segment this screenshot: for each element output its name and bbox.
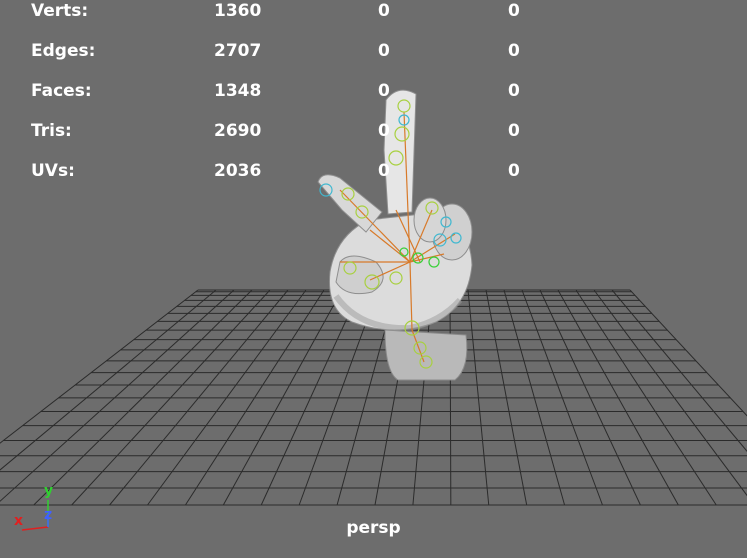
camera-label: persp (346, 518, 401, 538)
stat-label: UVs: (31, 161, 75, 181)
stat-value: 2036 (214, 161, 262, 181)
stat-value: 0 (378, 1, 390, 21)
stat-value: 2707 (214, 41, 262, 61)
stat-row: UVs: 2036 0 0 (0, 160, 747, 182)
stat-label: Faces: (31, 81, 92, 101)
stat-row: Tris: 2690 0 0 (0, 120, 747, 142)
stat-value: 0 (508, 161, 520, 181)
stat-value: 1348 (214, 81, 262, 101)
stat-label: Tris: (31, 121, 72, 141)
stat-value: 0 (508, 41, 520, 61)
3d-viewport[interactable]: Verts: 1360 0 0 Edges: 2707 0 0 Faces: 1348 0 0 Tris… (0, 0, 747, 558)
stat-value: 0 (508, 81, 520, 101)
heads-up-display: Verts: 1360 0 0 Edges: 2707 0 0 Faces: 1348 0 0 Tris… (0, 0, 747, 200)
stat-value: 0 (508, 1, 520, 21)
stat-label: Edges: (31, 41, 96, 61)
stat-row: Faces: 1348 0 0 (0, 80, 747, 102)
stat-row: Edges: 2707 0 0 (0, 40, 747, 62)
stat-value: 0 (378, 41, 390, 61)
stat-label: Verts: (31, 1, 89, 21)
stat-value: 0 (508, 121, 520, 141)
stat-value: 0 (378, 121, 390, 141)
stat-value: 0 (378, 161, 390, 181)
stat-row: Verts: 1360 0 0 (0, 0, 747, 22)
axis-label-y: y (44, 483, 54, 499)
stat-value: 2690 (214, 121, 262, 141)
stat-value: 0 (378, 81, 390, 101)
stat-value: 1360 (214, 1, 262, 21)
